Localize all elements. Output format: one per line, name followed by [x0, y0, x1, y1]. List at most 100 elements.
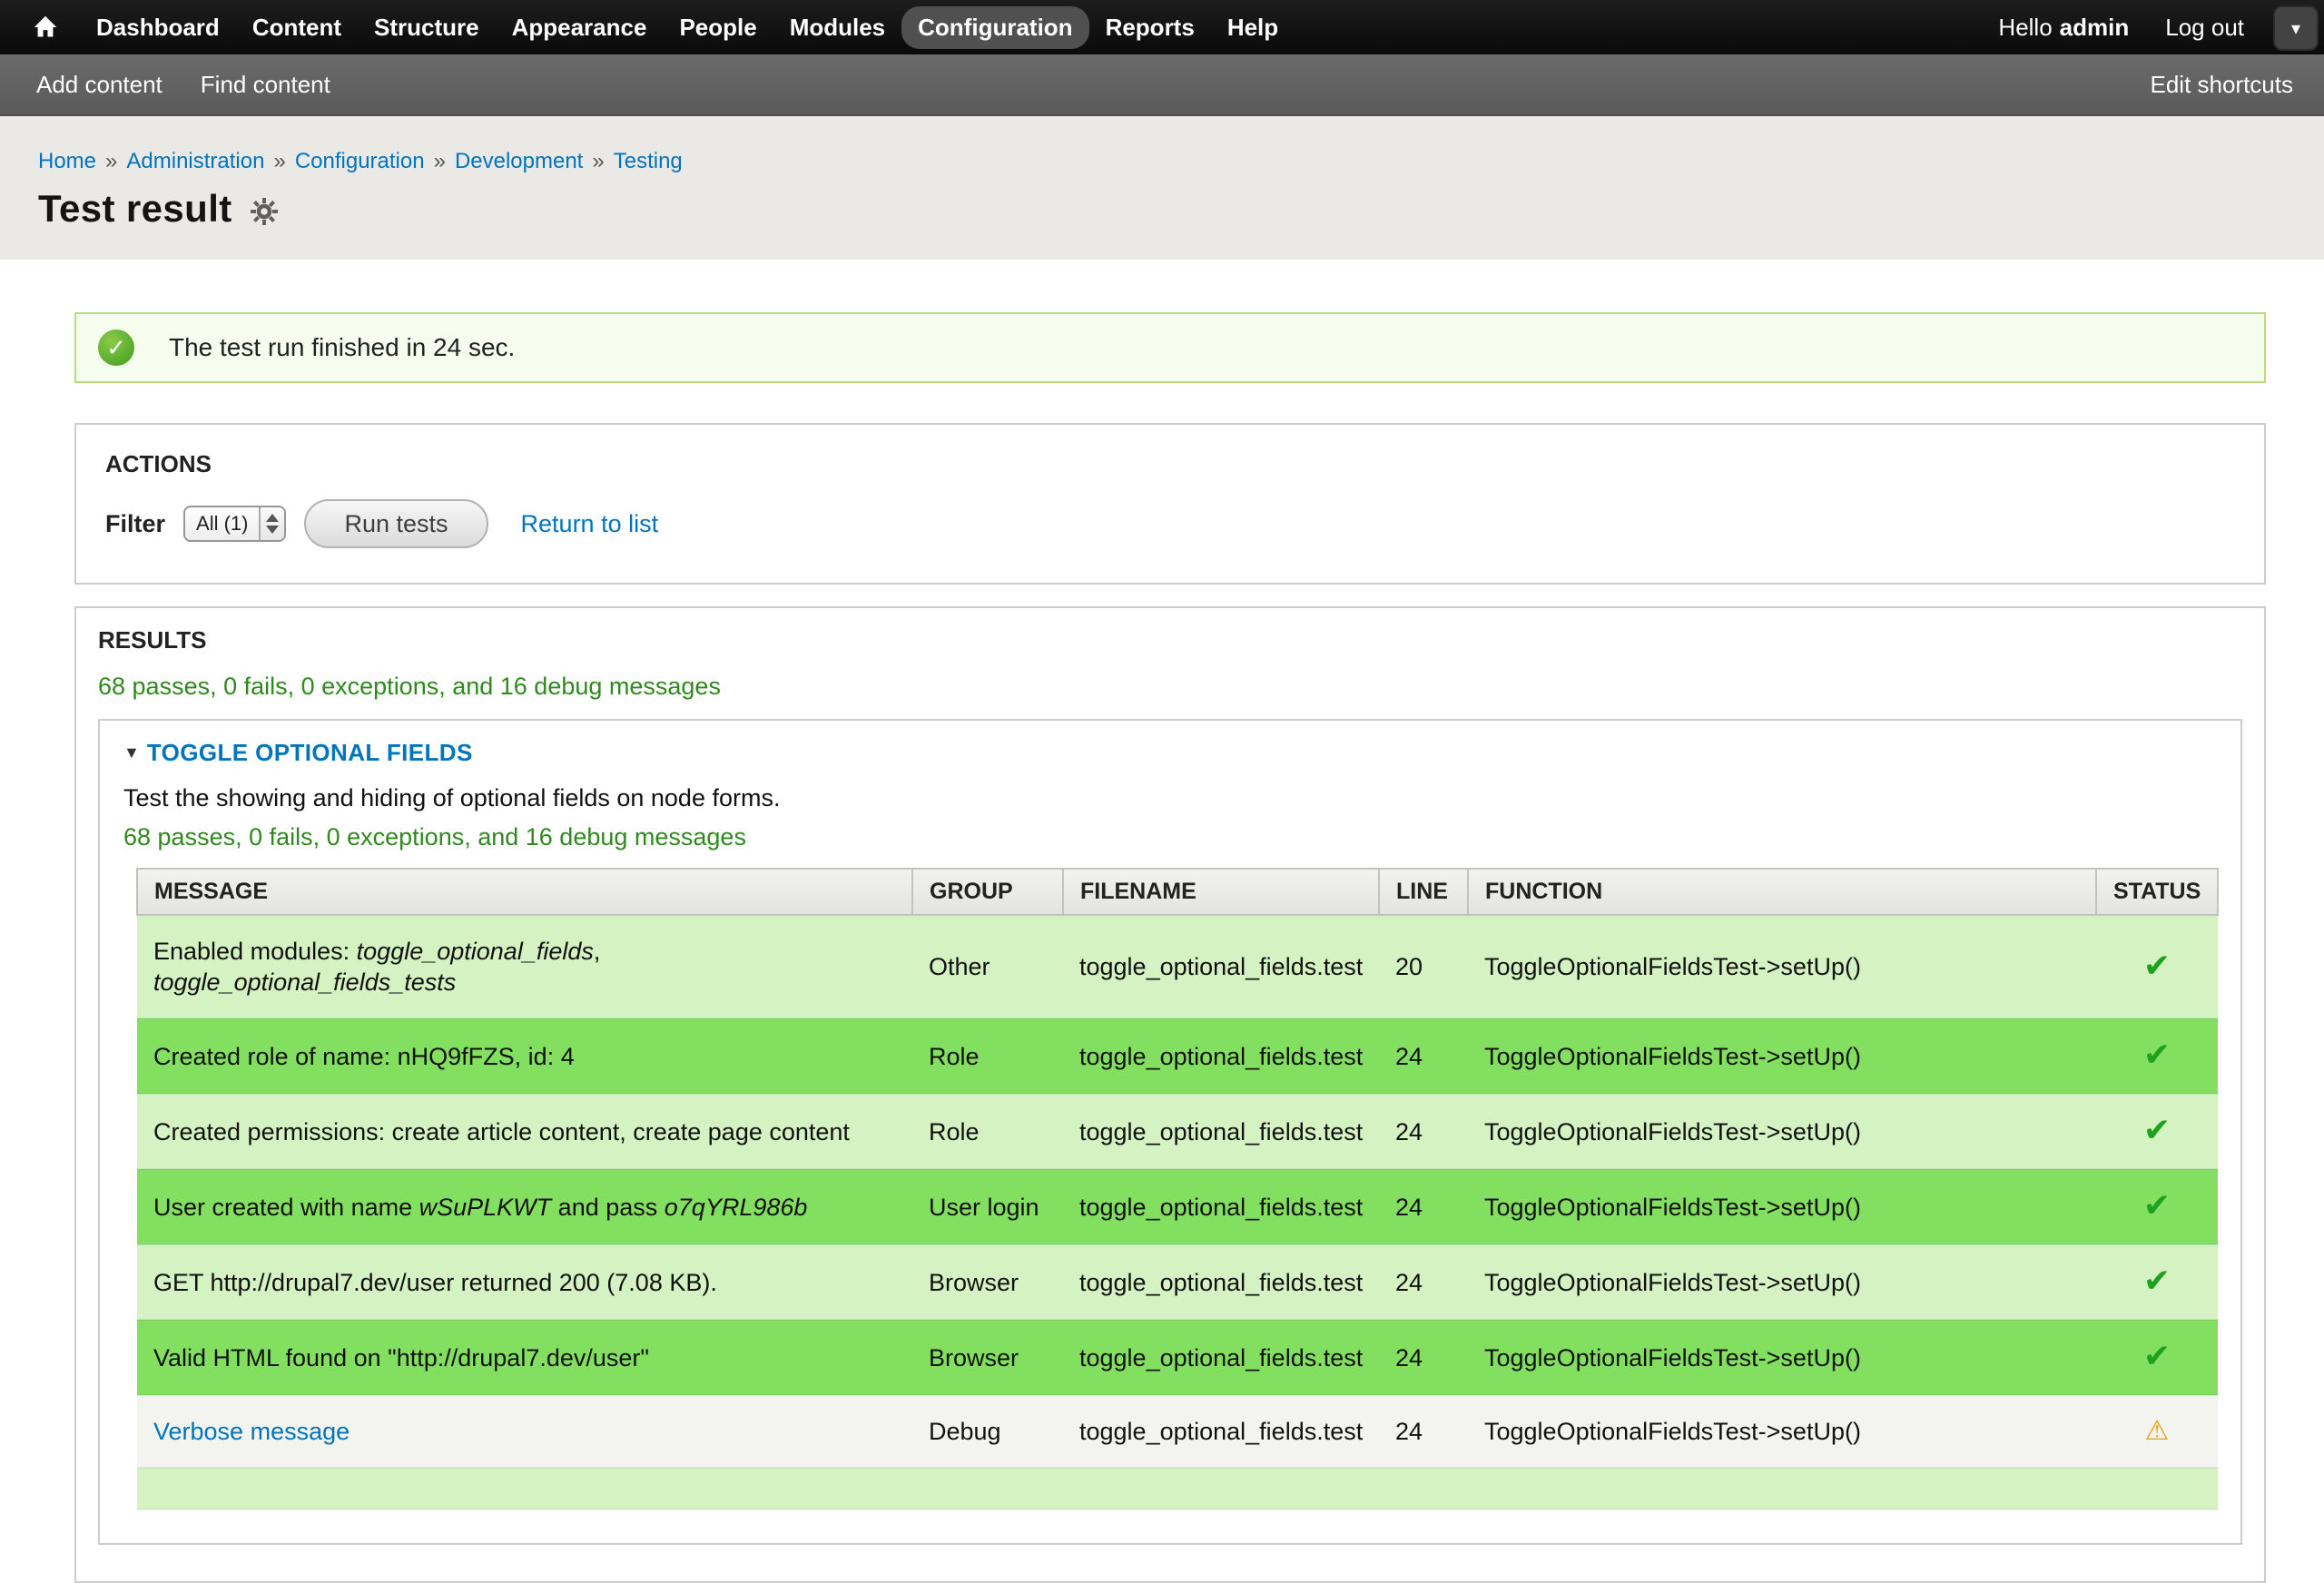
page-header: Home»Administration»Configuration»Develo… [0, 116, 2324, 260]
breadcrumb-link-configuration[interactable]: Configuration [295, 149, 425, 173]
breadcrumb-link-home[interactable]: Home [38, 149, 96, 173]
test-group-summary: 68 passes, 0 fails, 0 exceptions, and 16… [123, 822, 2217, 851]
test-group-description: Test the showing and hiding of optional … [123, 782, 2217, 813]
status-cell [2096, 1468, 2218, 1509]
function-cell [1468, 1468, 2096, 1509]
filename-cell: toggle_optional_fields.test [1063, 1244, 1379, 1320]
status-cell: ⚠ [2096, 1395, 2218, 1468]
table-row: Created permissions: create article cont… [137, 1094, 2218, 1169]
toolbar-item-modules[interactable]: Modules [773, 6, 901, 49]
line-cell: 24 [1379, 1395, 1468, 1468]
return-to-list-link[interactable]: Return to list [521, 510, 659, 538]
filename-cell: toggle_optional_fields.test [1063, 915, 1379, 1018]
filter-select-value: All (1) [196, 512, 259, 536]
table-row: GET http://drupal7.dev/user returned 200… [137, 1244, 2218, 1320]
verbose-message-link[interactable]: Verbose message [153, 1418, 350, 1445]
header-group: GROUP [912, 869, 1063, 915]
group-cell: User login [912, 1169, 1063, 1244]
status-cell: ✔ [2096, 1320, 2218, 1395]
function-cell: ToggleOptionalFieldsTest->setUp() [1468, 1018, 2096, 1094]
message-cell: GET http://drupal7.dev/user returned 200… [137, 1244, 912, 1320]
status-cell: ✔ [2096, 1244, 2218, 1320]
results-table: MESSAGE GROUP FILENAME LINE FUNCTION STA… [136, 868, 2219, 1510]
toolbar-item-configuration[interactable]: Configuration [901, 6, 1088, 49]
results-legend: RESULTS [98, 626, 2242, 654]
shortcut-add-content[interactable]: Add content [36, 71, 162, 99]
header-message: MESSAGE [137, 869, 912, 915]
message-cell: Enabled modules: toggle_optional_fields,… [137, 915, 912, 1018]
breadcrumb-link-administration[interactable]: Administration [126, 149, 264, 173]
header-line: LINE [1379, 869, 1468, 915]
message-cell: Created permissions: create article cont… [137, 1094, 912, 1169]
header-function: FUNCTION [1468, 869, 2096, 915]
message-cell: User created with name wSuPLKWT and pass… [137, 1169, 912, 1244]
toolbar-item-content[interactable]: Content [236, 6, 358, 49]
toolbar-toggle-button[interactable]: ▾ [2273, 5, 2319, 51]
breadcrumb-separator: » [592, 149, 604, 173]
toolbar-item-help[interactable]: Help [1211, 6, 1295, 49]
message-cell [137, 1468, 912, 1509]
check-icon: ✔ [2143, 947, 2171, 984]
table-row: Enabled modules: toggle_optional_fields,… [137, 915, 2218, 1018]
group-cell: Debug [912, 1395, 1063, 1468]
actions-fieldset: ACTIONS Filter All (1) Run tests Return … [74, 423, 2266, 585]
home-icon[interactable] [22, 7, 69, 47]
message-cell: Valid HTML found on "http://drupal7.dev/… [137, 1320, 912, 1395]
user-name: admin [2060, 14, 2130, 41]
breadcrumb-link-development[interactable]: Development [455, 149, 583, 173]
check-icon: ✔ [2143, 1036, 2171, 1073]
filename-cell: toggle_optional_fields.test [1063, 1094, 1379, 1169]
edit-shortcuts-link[interactable]: Edit shortcuts [2150, 71, 2293, 98]
line-cell: 24 [1379, 1094, 1468, 1169]
group-cell: Role [912, 1018, 1063, 1094]
status-cell: ✔ [2096, 915, 2218, 1018]
toolbar-item-appearance[interactable]: Appearance [496, 6, 664, 49]
toolbar-item-structure[interactable]: Structure [358, 6, 496, 49]
function-cell: ToggleOptionalFieldsTest->setUp() [1468, 1244, 2096, 1320]
line-cell: 24 [1379, 1018, 1468, 1094]
breadcrumb-separator: » [434, 149, 446, 173]
line-cell [1379, 1468, 1468, 1509]
select-stepper-icon [259, 507, 284, 540]
toolbar-item-dashboard[interactable]: Dashboard [80, 6, 236, 49]
gear-icon[interactable] [251, 198, 278, 225]
message-cell: Verbose message [137, 1395, 912, 1468]
run-tests-button[interactable]: Run tests [304, 499, 487, 548]
test-group-title-link[interactable]: TOGGLE OPTIONAL FIELDS [147, 739, 473, 766]
line-cell: 24 [1379, 1244, 1468, 1320]
status-message: ✓ The test run finished in 24 sec. [74, 312, 2266, 383]
breadcrumb: Home»Administration»Configuration»Develo… [38, 116, 2324, 174]
page-title: Test result [38, 187, 232, 231]
shortcut-bar: Add content Find content Edit shortcuts [0, 54, 2324, 116]
table-row: User created with name wSuPLKWT and pass… [137, 1169, 2218, 1244]
group-cell: Browser [912, 1320, 1063, 1395]
filename-cell [1063, 1468, 1379, 1509]
group-cell [912, 1468, 1063, 1509]
toolbar-item-people[interactable]: People [663, 6, 773, 49]
function-cell: ToggleOptionalFieldsTest->setUp() [1468, 1169, 2096, 1244]
header-filename: FILENAME [1063, 869, 1379, 915]
filename-cell: toggle_optional_fields.test [1063, 1395, 1379, 1468]
header-status: STATUS [2096, 869, 2218, 915]
line-cell: 24 [1379, 1320, 1468, 1395]
line-cell: 24 [1379, 1169, 1468, 1244]
check-icon: ✔ [2143, 1262, 2171, 1299]
toolbar-item-reports[interactable]: Reports [1089, 6, 1211, 49]
shortcut-find-content[interactable]: Find content [201, 71, 330, 99]
test-group-fieldset: ▼ TOGGLE OPTIONAL FIELDS Test the showin… [98, 719, 2242, 1545]
user-greeting: Helloadmin [1998, 14, 2129, 42]
function-cell: ToggleOptionalFieldsTest->setUp() [1468, 1094, 2096, 1169]
table-row-partial [137, 1468, 2218, 1509]
toolbar-menu: Dashboard Content Structure Appearance P… [80, 6, 1295, 49]
filter-select[interactable]: All (1) [183, 506, 286, 542]
table-header-row: MESSAGE GROUP FILENAME LINE FUNCTION STA… [137, 869, 2218, 915]
status-cell: ✔ [2096, 1094, 2218, 1169]
check-icon: ✔ [2143, 1186, 2171, 1224]
group-cell: Other [912, 915, 1063, 1018]
filename-cell: toggle_optional_fields.test [1063, 1018, 1379, 1094]
logout-link[interactable]: Log out [2165, 14, 2244, 42]
breadcrumb-link-testing[interactable]: Testing [614, 149, 683, 173]
function-cell: ToggleOptionalFieldsTest->setUp() [1468, 1395, 2096, 1468]
table-row: Verbose message Debug toggle_optional_fi… [137, 1395, 2218, 1468]
collapse-arrow-icon[interactable]: ▼ [123, 739, 140, 766]
